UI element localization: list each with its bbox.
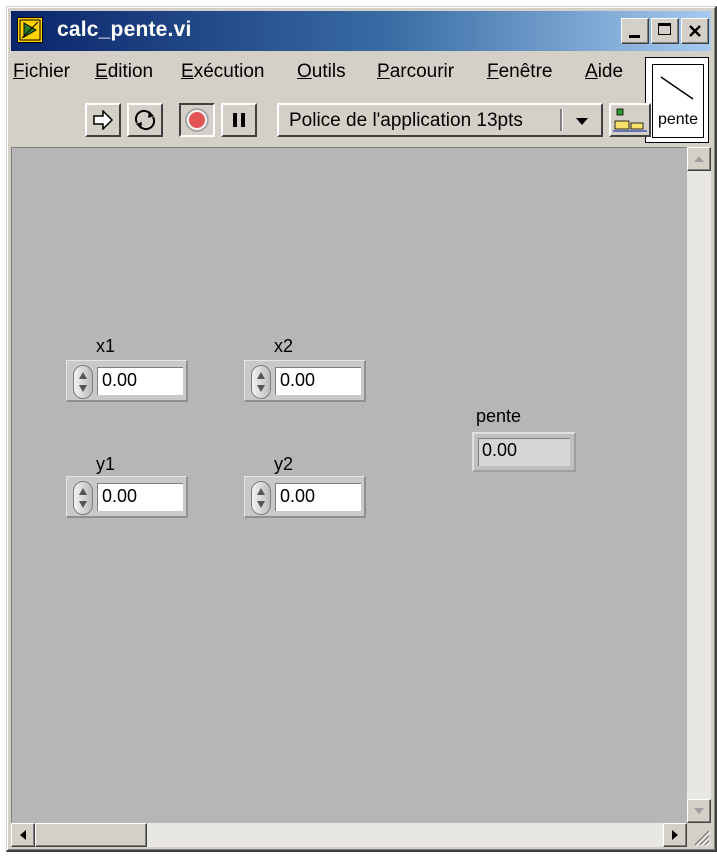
run-button[interactable]: [85, 103, 121, 137]
x1-input[interactable]: 0.00: [97, 367, 183, 395]
menu-aide[interactable]: Aide: [585, 61, 623, 83]
y2-input[interactable]: 0.00: [275, 483, 361, 511]
scroll-up-button[interactable]: [687, 147, 711, 171]
arrow-left-icon: [20, 830, 26, 840]
arrow-down-icon: [694, 808, 704, 814]
minimize-button[interactable]: [621, 18, 649, 44]
abort-button[interactable]: [179, 103, 215, 137]
arrow-up-icon: [694, 156, 704, 162]
pause-button[interactable]: [221, 103, 257, 137]
vertical-scrollbar[interactable]: [687, 147, 711, 823]
menu-bar: Fichier Edition Exécution Outils Parcour…: [11, 55, 651, 89]
vi-icon-pane[interactable]: pente: [645, 57, 709, 143]
window-title: calc_pente.vi: [57, 18, 192, 41]
menu-execution[interactable]: Exécution: [181, 61, 264, 83]
connector-icon: pente: [652, 64, 704, 138]
x1-increment-decrement[interactable]: [73, 365, 93, 399]
menu-edition[interactable]: Edition: [95, 61, 153, 83]
horizontal-scroll-thumb[interactable]: [35, 823, 147, 847]
align-objects-button[interactable]: [609, 103, 651, 137]
x2-label: x2: [274, 336, 294, 356]
y2-control: 0.00: [244, 476, 366, 518]
scroll-right-button[interactable]: [663, 823, 687, 847]
run-continuously-button[interactable]: [127, 103, 163, 137]
arrow-right-icon: [672, 830, 678, 840]
toolbar: Police de l'application 13pts: [11, 93, 651, 145]
menu-outils[interactable]: Outils: [297, 61, 346, 83]
pente-value: 0.00: [478, 438, 570, 466]
pente-indicator: 0.00: [472, 432, 576, 472]
x2-input[interactable]: 0.00: [275, 367, 361, 395]
scroll-left-button[interactable]: [11, 823, 35, 847]
x1-label: x1: [96, 336, 116, 356]
labview-vi-icon: [17, 17, 43, 43]
y1-increment-decrement[interactable]: [73, 481, 93, 515]
y2-increment-decrement[interactable]: [251, 481, 271, 515]
maximize-button[interactable]: [651, 18, 679, 44]
title-bar[interactable]: calc_pente.vi: [11, 11, 711, 51]
menu-fichier[interactable]: Fichier: [13, 61, 70, 83]
y1-label: y1: [96, 454, 116, 474]
vi-window: calc_pente.vi Fichier Edition Exécution …: [6, 6, 717, 852]
menu-parcourir[interactable]: Parcourir: [377, 61, 454, 83]
pente-label: pente: [476, 406, 522, 426]
x1-control: 0.00: [66, 360, 188, 402]
align-icon: [613, 108, 647, 132]
y2-label: y2: [274, 454, 294, 474]
font-selector-divider: [560, 109, 563, 131]
icon-pane-label: pente: [657, 111, 699, 128]
close-button[interactable]: [681, 18, 709, 44]
chevron-down-icon[interactable]: [571, 113, 593, 129]
font-selector-value: Police de l'application 13pts: [289, 110, 523, 131]
x2-control: 0.00: [244, 360, 366, 402]
menu-fenetre[interactable]: Fenêtre: [487, 61, 552, 83]
front-panel[interactable]: x1 0.00 x2 0.00 y1 0.00 y2 0.00 pente 0.…: [11, 147, 687, 823]
resize-grip[interactable]: [687, 823, 711, 847]
y1-input[interactable]: 0.00: [97, 483, 183, 511]
x2-increment-decrement[interactable]: [251, 365, 271, 399]
scroll-down-button[interactable]: [687, 799, 711, 823]
font-selector[interactable]: Police de l'application 13pts: [277, 103, 603, 137]
horizontal-scrollbar[interactable]: [11, 823, 687, 847]
resize-grip-icon: [694, 830, 711, 847]
y1-control: 0.00: [66, 476, 188, 518]
